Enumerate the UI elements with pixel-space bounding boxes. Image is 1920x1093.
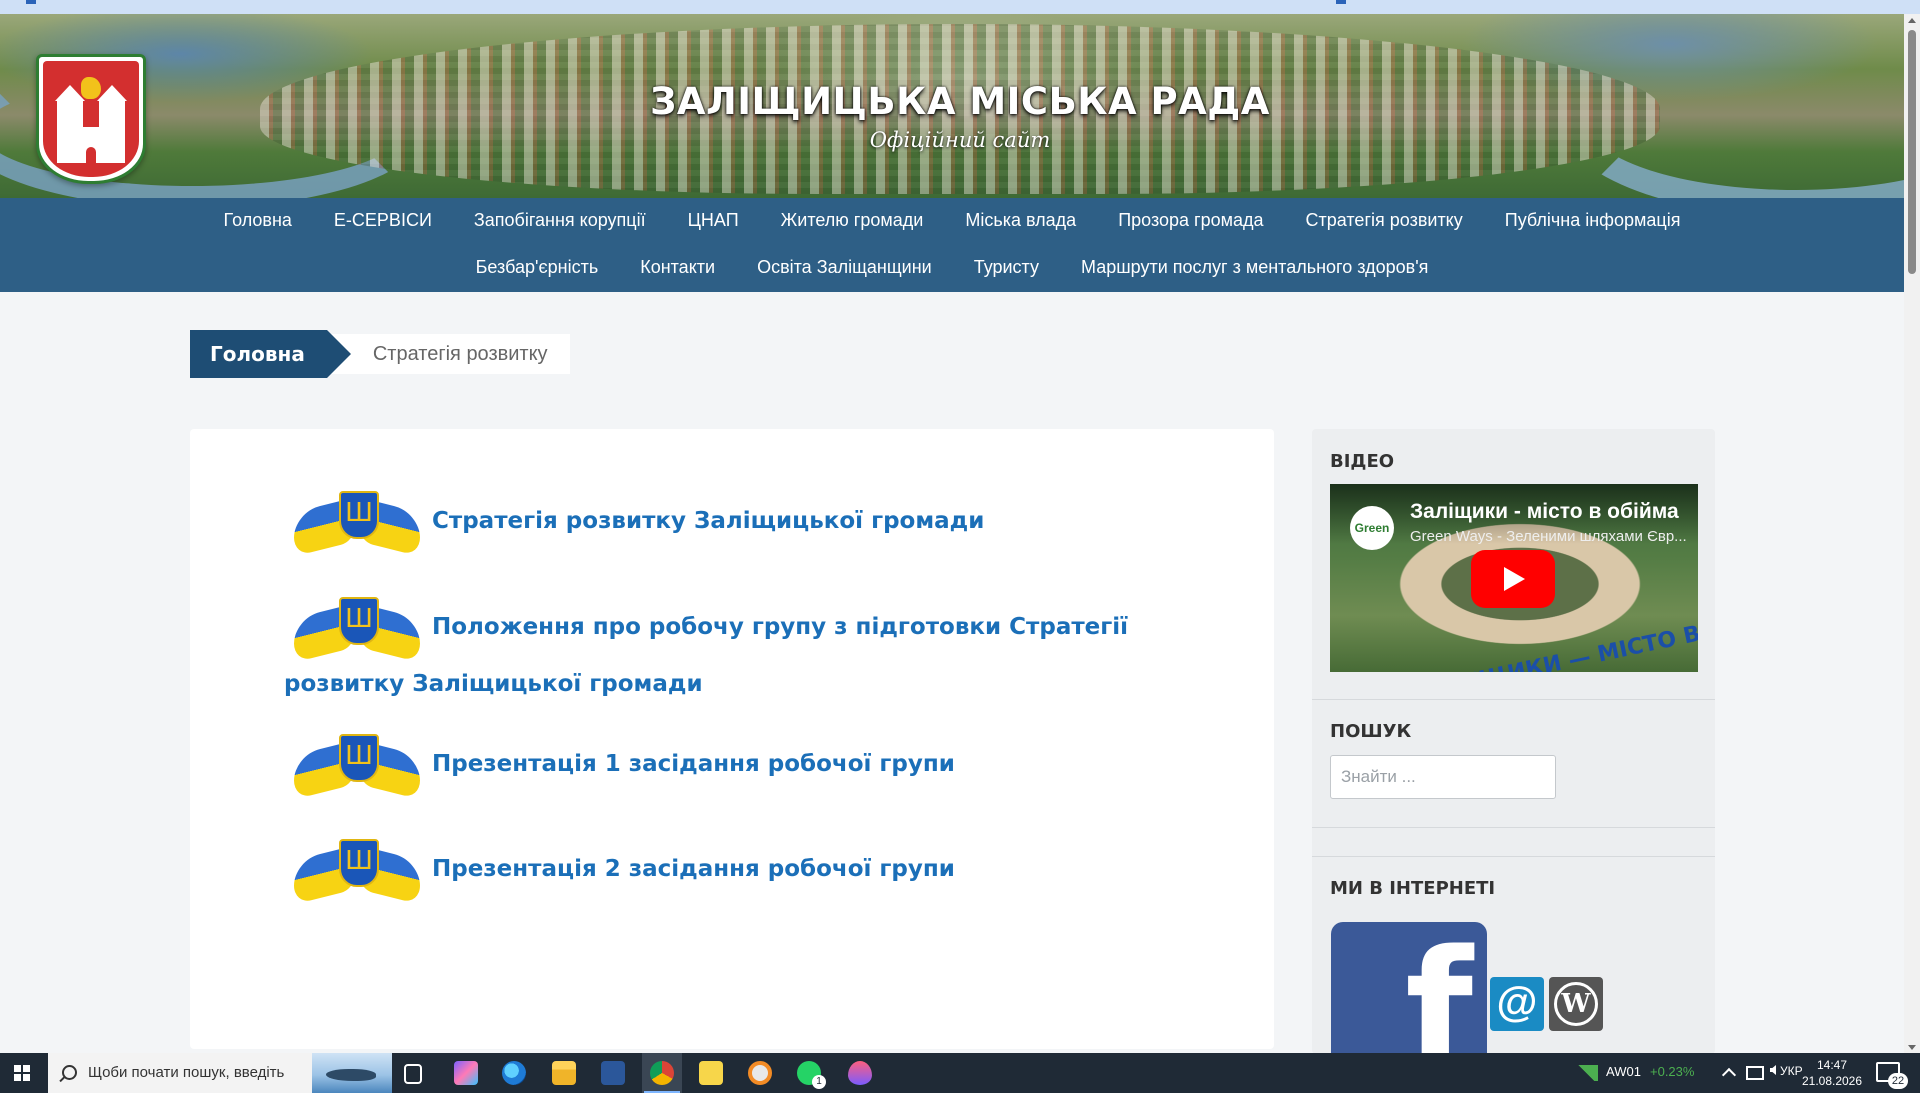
taskbar-search-placeholder: Щоби почати пошук, введіть [88, 1064, 285, 1081]
task-view-icon[interactable] [404, 1064, 422, 1084]
breadcrumb-current: Стратегія розвитку [326, 334, 570, 374]
social-widget-heading: МИ В ІНТЕРНЕТІ [1330, 878, 1496, 899]
app-icon[interactable] [848, 1061, 872, 1085]
document-link-presentation-1[interactable]: Презентація 1 засідання робочої групи [432, 751, 955, 777]
nav-item-education[interactable]: Освіта Заліщанщини [736, 257, 953, 278]
nav-row-2: Безбар'єрність Контакти Освіта Заліщанщи… [0, 257, 1904, 278]
nav-item-accessibility[interactable]: Безбар'єрність [455, 257, 620, 278]
main-content: Ш Стратегія розвитку Заліщицької громади… [190, 429, 1274, 1049]
facebook-icon[interactable]: f [1331, 922, 1487, 1054]
video-channel-name[interactable]: Green Ways - Зеленими шляхами Євр... [1410, 528, 1687, 545]
wordpress-icon[interactable]: W [1549, 977, 1603, 1031]
nav-item-mental-health-routes[interactable]: Маршрути послуг з ментального здоров'я [1060, 257, 1449, 278]
taskbar-clock[interactable]: 14:47 21.08.2026 [1800, 1057, 1864, 1089]
windows-start-icon[interactable] [14, 1065, 30, 1081]
file-explorer-icon[interactable] [552, 1061, 576, 1085]
ukraine-trident-emblem-icon: Ш [294, 595, 420, 663]
breadcrumb-home-link[interactable]: Головна [190, 330, 351, 378]
site-title[interactable]: ЗАЛІЩИЦЬКА МІСЬКА РАДА [0, 80, 1920, 123]
widget-divider [1312, 699, 1715, 700]
nav-item-residents[interactable]: Жителю громади [760, 210, 945, 231]
ukraine-trident-emblem-icon: Ш [294, 732, 420, 800]
scroll-down-arrow-icon[interactable] [1908, 1045, 1916, 1050]
windows-taskbar: Щоби почати пошук, введіть 1 AW01 +0.23%… [0, 1053, 1920, 1093]
widget-divider [1312, 856, 1715, 857]
email-icon[interactable]: @ [1490, 977, 1544, 1031]
nav-item-city-government[interactable]: Міська влада [944, 210, 1097, 231]
scrollbar-thumb[interactable] [1908, 30, 1916, 274]
wordpress-glyph: W [1554, 982, 1598, 1026]
chrome-browser-icon[interactable] [644, 1061, 680, 1093]
sticky-notes-icon[interactable] [699, 1061, 723, 1085]
document-link-working-group-regulation-cont[interactable]: розвитку Заліщицької громади [284, 671, 1128, 697]
browser-top-strip [0, 0, 1920, 14]
document-item: Ш Презентація 2 засідання робочої групи [294, 837, 955, 905]
strip-marker [26, 0, 36, 4]
nav-item-transparent-community[interactable]: Прозора громада [1097, 210, 1284, 231]
copilot-icon[interactable] [454, 1061, 478, 1085]
document-link-presentation-2[interactable]: Презентація 2 засідання робочої групи [432, 856, 955, 882]
video-title[interactable]: Заліщики - місто в обійма [1410, 500, 1679, 524]
nav-item-tourist[interactable]: Туристу [953, 257, 1060, 278]
channel-logo[interactable]: Green [1350, 506, 1394, 550]
nav-item-tsnap[interactable]: ЦНАП [667, 210, 760, 231]
page-scrollbar[interactable] [1904, 14, 1920, 1054]
nav-row-1: Головна Е-СЕРВІСИ Запобігання корупції Ц… [0, 210, 1904, 231]
main-navigation: Головна Е-СЕРВІСИ Запобігання корупції Ц… [0, 198, 1904, 292]
word-icon[interactable] [601, 1061, 625, 1085]
nav-item-public-information[interactable]: Публічна інформація [1484, 210, 1702, 231]
search-widget-heading: ПОШУК [1330, 721, 1412, 742]
document-link-strategy[interactable]: Стратегія розвитку Заліщицької громади [432, 508, 984, 534]
document-link-working-group-regulation[interactable]: Положення про робочу групу з підготовки … [432, 614, 1128, 640]
video-widget-heading: ВІДЕО [1330, 451, 1395, 472]
edge-browser-icon[interactable] [502, 1061, 526, 1085]
nav-item-contacts[interactable]: Контакти [619, 257, 736, 278]
stock-chart-icon[interactable] [1578, 1065, 1598, 1081]
taskbar-search-box[interactable]: Щоби почати пошук, введіть [48, 1053, 392, 1093]
play-icon[interactable] [1471, 550, 1555, 608]
nav-item-anti-corruption[interactable]: Запобігання корупції [453, 210, 667, 231]
document-item: Ш Положення про робочу групу з підготовк… [284, 595, 1128, 697]
video-embed[interactable]: Green Заліщики - місто в обійма Green Wa… [1330, 484, 1698, 672]
search-input[interactable] [1330, 755, 1556, 799]
clock-time: 14:47 [1816, 1058, 1848, 1072]
app-icon[interactable] [748, 1061, 772, 1085]
clock-date: 21.08.2026 [1801, 1074, 1863, 1088]
stock-change[interactable]: +0.23% [1650, 1064, 1694, 1079]
chevron-up-icon[interactable] [1721, 1067, 1737, 1083]
notifications-badge: 22 [1888, 1073, 1908, 1089]
ukraine-trident-emblem-icon: Ш [294, 489, 420, 557]
volume-icon[interactable] [1770, 1065, 1776, 1075]
nav-item-development-strategy[interactable]: Стратегія розвитку [1285, 210, 1484, 231]
network-icon[interactable] [1746, 1066, 1764, 1080]
whatsapp-badge: 1 [812, 1075, 826, 1089]
sidebar: ВІДЕО Green Заліщики - місто в обійма Gr… [1312, 429, 1715, 1054]
nav-item-e-services[interactable]: Е-СЕРВІСИ [313, 210, 453, 231]
ukraine-trident-emblem-icon: Ш [294, 837, 420, 905]
widget-divider [1312, 827, 1715, 828]
search-icon [62, 1065, 77, 1080]
stock-ticker[interactable]: AW01 [1606, 1064, 1641, 1079]
search-highlight-image [312, 1053, 392, 1093]
document-item: Ш Презентація 1 засідання робочої групи [294, 732, 955, 800]
document-item: Ш Стратегія розвитку Заліщицької громади [294, 489, 984, 557]
scroll-up-arrow-icon[interactable] [1908, 18, 1916, 23]
site-subtitle: Офіційний сайт [869, 128, 1051, 152]
nav-item-home[interactable]: Головна [203, 210, 313, 231]
strip-marker [1336, 0, 1346, 4]
breadcrumb: Головна Стратегія розвитку [190, 330, 570, 378]
